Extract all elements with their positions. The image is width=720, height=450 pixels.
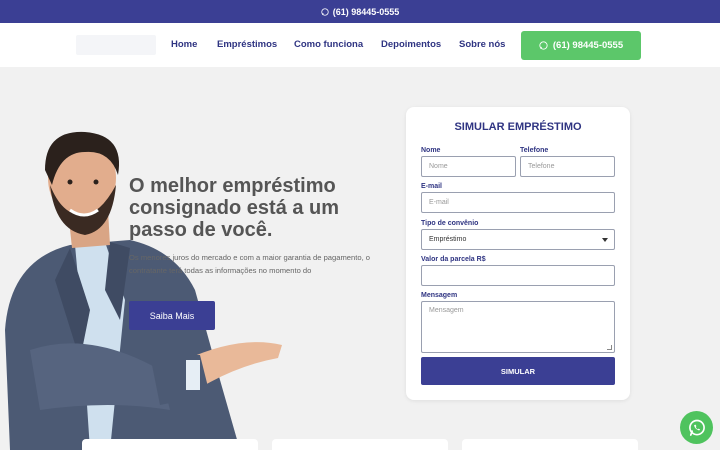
- nav-item-depoimentos[interactable]: Depoimentos: [381, 39, 441, 50]
- hero-headline: O melhor empréstimo consignado está a um…: [129, 175, 340, 241]
- whatsapp-icon: [321, 7, 329, 16]
- telefone-input[interactable]: Telefone: [520, 156, 615, 177]
- telefone-label: Telefone: [520, 147, 549, 154]
- whatsapp-icon: [688, 419, 705, 436]
- top-contact-bar: (61) 98445-0555: [0, 0, 720, 23]
- navbar: Home Empréstimos Como funciona Depoiment…: [0, 23, 720, 67]
- site-logo[interactable]: [76, 35, 156, 55]
- top-phone[interactable]: (61) 98445-0555: [333, 7, 400, 17]
- nome-label: Nome: [421, 147, 441, 154]
- nav-item-home[interactable]: Home: [171, 39, 197, 50]
- simular-button[interactable]: SIMULAR: [421, 357, 615, 385]
- mensagem-textarea[interactable]: Mensagem: [421, 301, 615, 353]
- convenio-select[interactable]: Empréstimo: [421, 229, 615, 250]
- nome-input[interactable]: Nome: [421, 156, 516, 177]
- email-label: E-mail: [421, 183, 443, 190]
- mensagem-placeholder: Mensagem: [429, 307, 464, 314]
- convenio-value: Empréstimo: [429, 236, 467, 243]
- resize-handle-icon[interactable]: [607, 345, 612, 350]
- convenio-label: Tipo de convênio: [421, 220, 479, 227]
- parcela-label: Valor da parcela R$: [421, 256, 486, 263]
- whatsapp-float-button[interactable]: [680, 411, 713, 444]
- whatsapp-cta-button[interactable]: (61) 98445-0555: [521, 31, 641, 60]
- saiba-mais-button[interactable]: Saiba Mais: [129, 301, 215, 330]
- feature-card: [272, 439, 448, 450]
- simulation-form: SIMULAR EMPRÉSTIMO Nome Nome Telefone Te…: [406, 107, 630, 400]
- whatsapp-icon: [539, 41, 548, 50]
- email-input[interactable]: E-mail: [421, 192, 615, 213]
- whatsapp-cta-label: (61) 98445-0555: [552, 40, 624, 51]
- mensagem-label: Mensagem: [421, 292, 458, 299]
- nav-item-emprestimos[interactable]: Empréstimos: [217, 39, 277, 50]
- hero-subtext: Os menores juros do mercado e com a maio…: [129, 253, 371, 275]
- parcela-input[interactable]: [421, 265, 615, 286]
- chevron-down-icon: [602, 237, 608, 242]
- form-title: SIMULAR EMPRÉSTIMO: [454, 121, 582, 133]
- feature-card: [82, 439, 258, 450]
- nav-item-sobre-nos[interactable]: Sobre nós: [459, 39, 505, 50]
- nav-item-como-funciona[interactable]: Como funciona: [294, 39, 363, 50]
- feature-card: [462, 439, 638, 450]
